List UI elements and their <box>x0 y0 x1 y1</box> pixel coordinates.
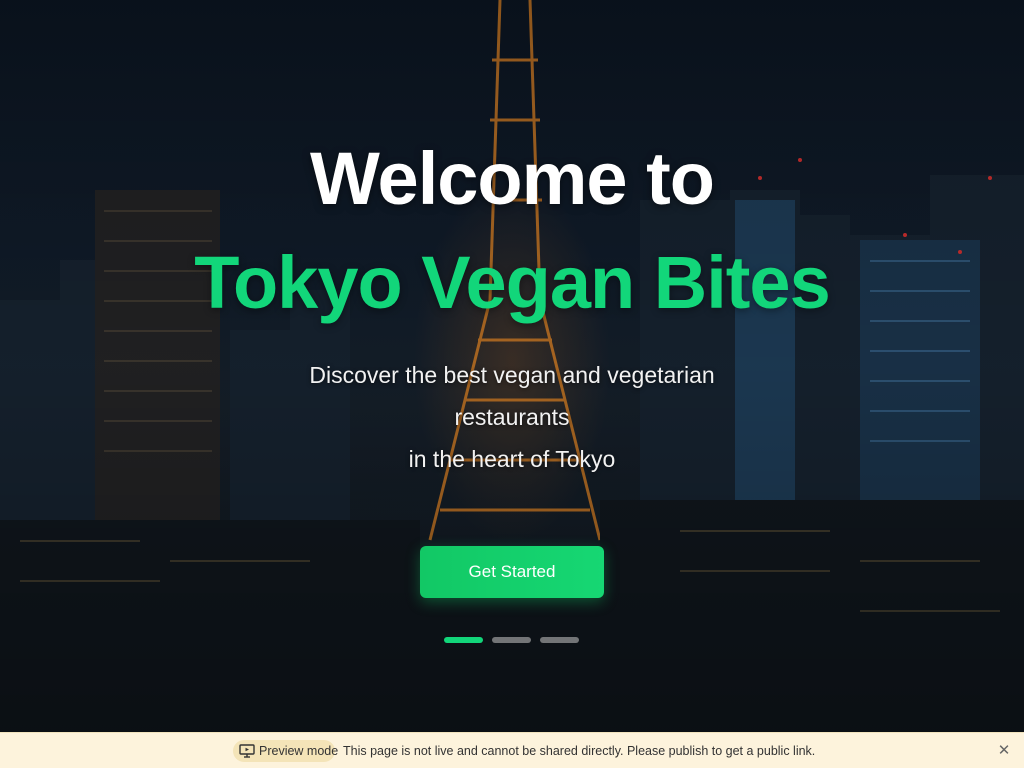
monitor-icon <box>239 744 255 758</box>
hero-title-line-2: Tokyo Vegan Bites <box>194 241 831 324</box>
get-started-button[interactable]: Get Started <box>420 546 604 598</box>
hero-subtitle: Discover the best vegan and vegetarian r… <box>292 354 732 480</box>
carousel-dot-2[interactable] <box>492 637 531 643</box>
preview-mode-badge: Preview mode <box>233 740 339 762</box>
hero-subtitle-line: Discover the best vegan and vegetarian <box>309 362 715 388</box>
hero-section: Welcome to Tokyo Vegan Bites Discover th… <box>0 0 1024 732</box>
preview-mode-banner: Preview mode This page is not live and c… <box>0 732 1024 768</box>
carousel-dot-1[interactable] <box>444 637 483 643</box>
hero-subtitle-line: restaurants <box>454 404 570 430</box>
hero-content: Welcome to Tokyo Vegan Bites Discover th… <box>0 0 1024 732</box>
preview-mode-label: Preview mode <box>259 744 339 758</box>
hero-title-line-1: Welcome to <box>310 137 715 220</box>
carousel-dot-3[interactable] <box>540 637 579 643</box>
close-icon[interactable]: ✕ <box>996 743 1012 759</box>
hero-subtitle-line: in the heart of Tokyo <box>408 446 616 472</box>
preview-mode-message: This page is not live and cannot be shar… <box>343 744 816 758</box>
